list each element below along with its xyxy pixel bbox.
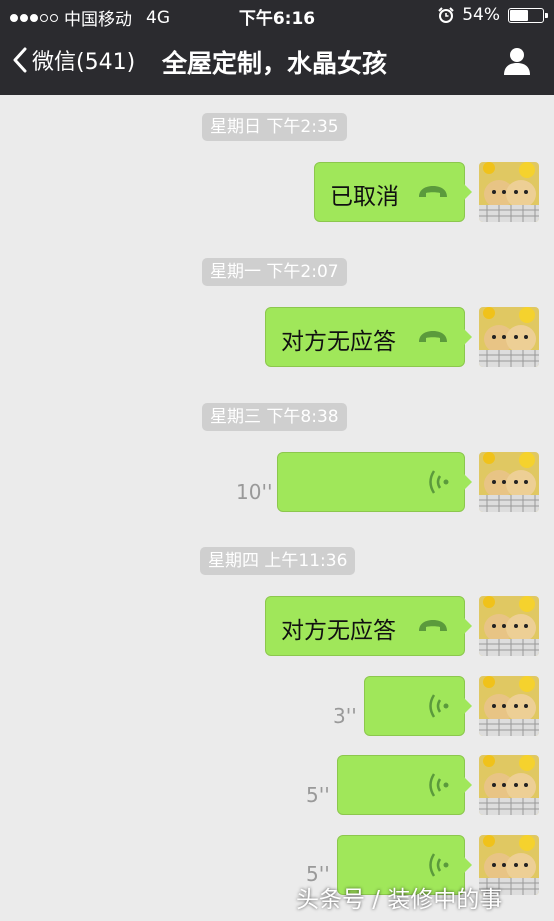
avatar[interactable] [479,676,539,736]
avatar[interactable] [479,452,539,512]
avatar[interactable] [479,307,539,367]
status-bar: 中国移动 4G 下午6:16 54% [0,0,554,30]
timestamp: 星期四 上午11:36 [200,547,356,575]
chat-title: 全屋定制，水晶女孩 [162,49,388,78]
voice-wave-icon [429,853,449,877]
voice-wave-icon [429,694,449,718]
voice-wave-icon [429,773,449,797]
status-right: 54% [438,5,548,25]
contact-info-button[interactable] [502,46,532,80]
timestamp: 星期一 下午2:07 [202,258,347,286]
battery-fill [510,9,529,21]
call-status-text: 对方无应答 [281,618,396,644]
voice-wave-icon [429,470,449,494]
battery-percent: 54% [462,5,500,25]
back-label: 微信(541) [32,50,136,75]
chat-header: 微信(541) 全屋定制，水晶女孩 [0,30,554,95]
battery-icon [508,7,548,23]
call-bubble[interactable]: 已取消 [314,162,472,222]
phone-icon [419,331,447,342]
call-bubble[interactable]: 对方无应答 [265,596,472,656]
call-status-text: 对方无应答 [281,329,396,355]
avatar[interactable] [479,596,539,656]
phone-icon [419,620,447,631]
person-icon [504,48,530,75]
chevron-left-icon [13,47,27,73]
phone-icon [419,186,447,197]
back-button[interactable]: 微信(541) [12,44,135,76]
call-status-text: 已取消 [330,184,399,210]
voice-duration: 3'' [333,704,357,728]
timestamp: 星期三 下午8:38 [202,403,347,431]
voice-bubble[interactable] [277,452,472,512]
watermark: 头条号 / 装修中的事 [296,887,503,913]
voice-bubble[interactable] [364,676,472,736]
voice-duration: 5'' [306,783,330,807]
voice-duration: 10'' [236,480,273,504]
call-bubble[interactable]: 对方无应答 [265,307,472,367]
avatar[interactable] [479,755,539,815]
timestamp: 星期日 下午2:35 [202,113,347,141]
voice-bubble[interactable] [337,755,472,815]
alarm-icon [438,7,454,23]
avatar[interactable] [479,162,539,222]
message-list[interactable]: 星期日 下午2:35 已取消 星期一 下午2:07 对方无应答 星期三 下午8:… [0,95,554,921]
